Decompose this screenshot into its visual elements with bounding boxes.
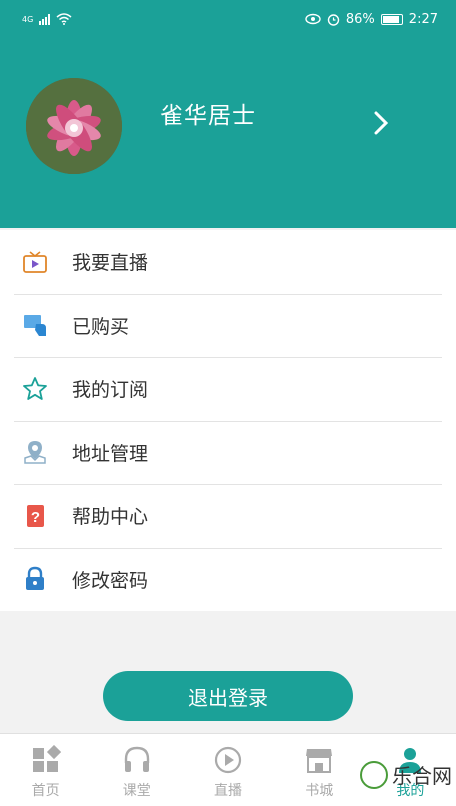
tab-bookstore[interactable]: 书城 [274, 734, 365, 806]
location-icon [20, 437, 50, 467]
flower-avatar-image [26, 78, 122, 174]
star-icon [20, 374, 50, 404]
tab-label: 书城 [305, 783, 334, 799]
menu-item-purchased[interactable]: 已购买 [0, 293, 456, 358]
home-grid-icon [30, 744, 62, 776]
tab-classroom[interactable]: 课堂 [91, 734, 182, 806]
status-right: 86% 2:27 [305, 12, 438, 27]
store-icon [303, 744, 335, 776]
tab-label: 首页 [31, 783, 60, 799]
menu-item-subscriptions[interactable]: 我的订阅 [0, 357, 456, 421]
avatar[interactable] [26, 78, 122, 174]
menu-item-label: 已购买 [72, 315, 130, 338]
status-left: 4G [22, 13, 72, 25]
status-bar: 4G 86% 2:27 [0, 0, 456, 38]
menu-item-change-password[interactable]: 修改密码 [0, 547, 456, 612]
menu-item-label: 修改密码 [72, 569, 149, 592]
tab-label: 直播 [214, 783, 242, 799]
play-icon [212, 744, 244, 776]
network-type: 4G [22, 14, 34, 24]
menu-item-address[interactable]: 地址管理 [0, 420, 456, 485]
svg-text:?: ? [31, 509, 40, 526]
username: 雀华居士 [160, 103, 256, 129]
watermark-text: 乐合网 [392, 764, 452, 788]
tab-live[interactable]: 直播 [182, 734, 273, 806]
alarm-icon [327, 13, 340, 26]
logout-button[interactable]: 退出登录 [103, 671, 353, 721]
menu-item-live[interactable]: 我要直播 [0, 230, 456, 294]
tv-icon [20, 247, 50, 277]
battery-icon [380, 13, 403, 25]
tab-label: 课堂 [122, 783, 151, 799]
eye-icon [305, 13, 321, 25]
wifi-icon [56, 13, 72, 25]
help-icon: ? [20, 501, 50, 531]
menu-item-label: 帮助中心 [72, 506, 149, 529]
menu-item-label: 我要直播 [72, 252, 149, 275]
purchased-icon [20, 310, 50, 340]
battery-percent: 86% [345, 11, 375, 27]
menu-item-help[interactable]: ? 帮助中心 [0, 484, 456, 548]
clock-time: 2:27 [408, 11, 438, 27]
watermark-logo-icon [360, 760, 388, 789]
watermark: 乐合网 [360, 760, 452, 789]
menu-item-label: 地址管理 [72, 442, 149, 465]
profile-header[interactable]: 雀华居士 [0, 38, 456, 228]
tab-home[interactable]: 首页 [0, 734, 91, 806]
headphones-icon [121, 744, 153, 776]
menu-list: 我要直播 已购买 我的订阅 地址管理 ? 帮助中心 修改密码 [0, 230, 456, 611]
chevron-right-icon[interactable] [366, 108, 396, 138]
menu-item-label: 我的订阅 [72, 379, 149, 402]
signal-icon [39, 13, 51, 25]
lock-icon [20, 564, 50, 594]
